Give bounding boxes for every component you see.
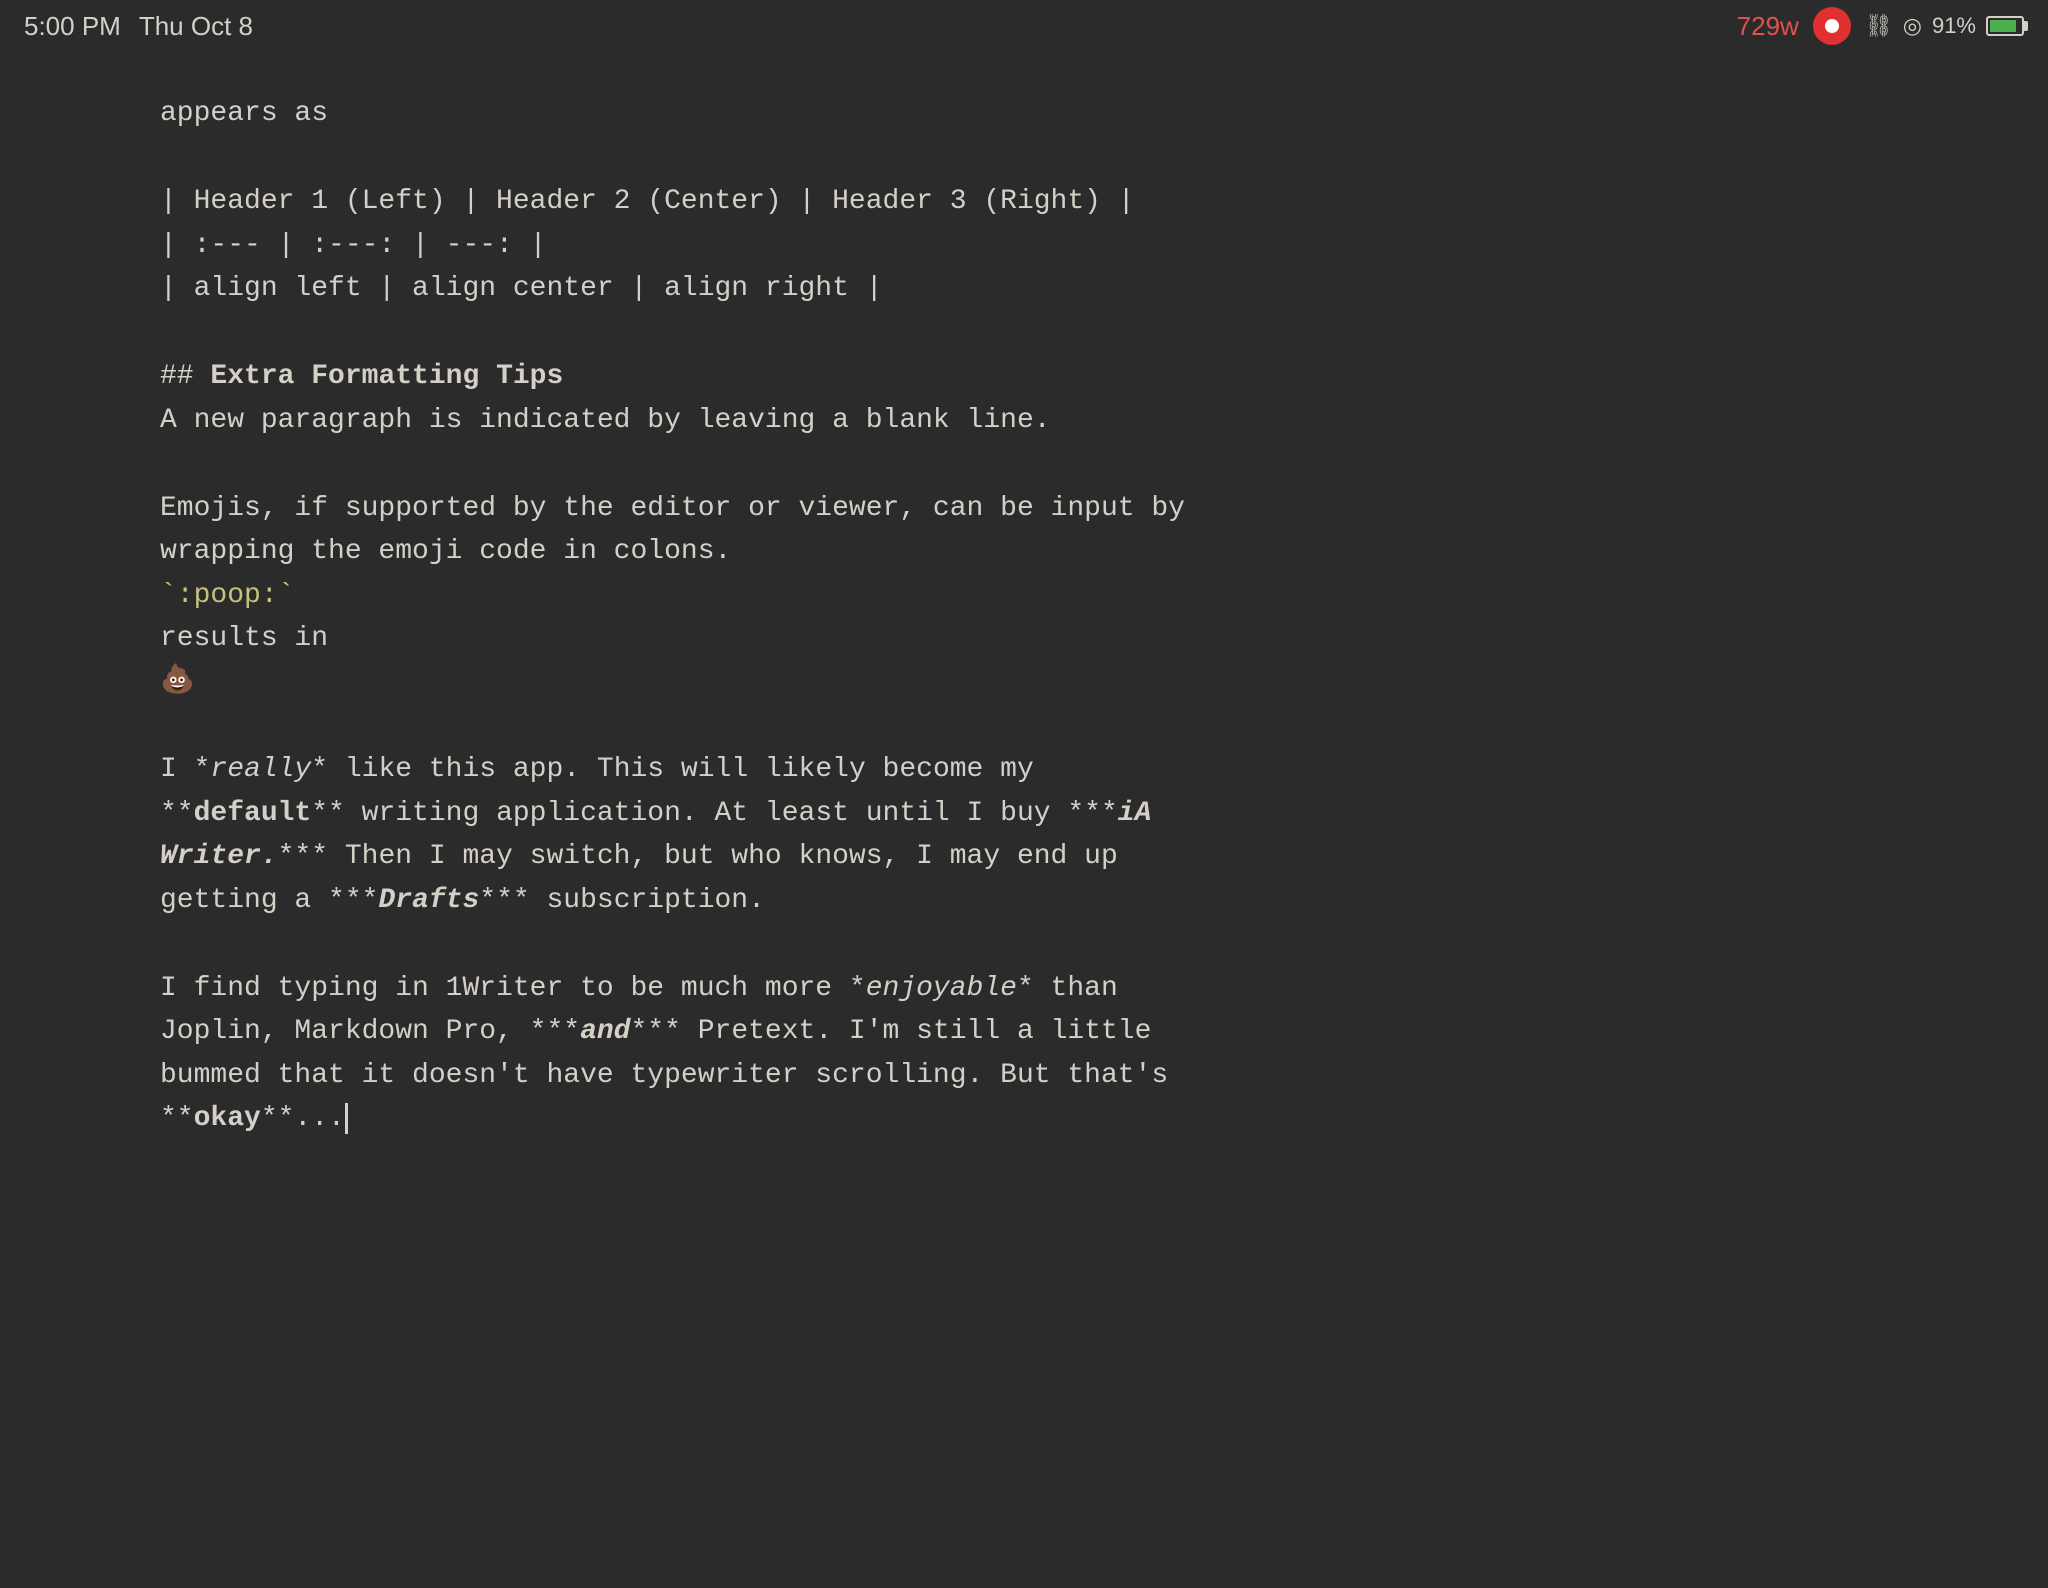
results-in-line: results in [160, 617, 1988, 660]
really-line-3: Writer.*** Then I may switch, but who kn… [160, 835, 1988, 878]
battery-percent: 91% [1932, 9, 1976, 43]
table-data-line: | align left | align center | align righ… [160, 267, 1988, 310]
poop-code-line: `:poop:` [160, 574, 1988, 617]
status-bar: 5:00 PM Thu Oct 8 729w ⛓ ◎ 91% [0, 0, 2048, 52]
editor-content[interactable]: appears as | Header 1 (Left) | Header 2 … [0, 52, 2048, 1536]
okay-bold: okay [194, 1103, 261, 1134]
record-icon [1825, 19, 1839, 33]
battery-icon [1986, 16, 2024, 36]
status-left: 5:00 PM Thu Oct 8 [24, 6, 253, 46]
find-line-1: I find typing in 1Writer to be much more… [160, 967, 1988, 1010]
really-line-2: **default** writing application. At leas… [160, 792, 1988, 835]
enjoyable-italic: enjoyable [866, 973, 1017, 1004]
heading-hashes: ## [160, 361, 210, 392]
link-icon: ⛓ [1865, 9, 1893, 43]
really-italic: really [210, 754, 311, 785]
really-line-1: I *really* like this app. This will like… [160, 748, 1988, 791]
writer-bold-italic: Writer. [160, 841, 278, 872]
status-date: Thu Oct 8 [139, 6, 253, 46]
gap-2 [160, 310, 1988, 355]
status-icons: ⛓ ◎ 91% [1865, 9, 2024, 43]
appears-as-line: appears as [160, 92, 1988, 135]
gap-1 [160, 135, 1988, 180]
table-align-line: | :--- | :---: | ---: | [160, 224, 1988, 267]
really-line-4: getting a ***Drafts*** subscription. [160, 879, 1988, 922]
emoji-poop-line: 💩 [160, 660, 1988, 703]
gap-5 [160, 922, 1988, 967]
poop-code: `:poop:` [160, 580, 294, 611]
table-header-line: | Header 1 (Left) | Header 2 (Center) | … [160, 180, 1988, 223]
word-count: 729w [1737, 6, 1799, 46]
and-bold-italic: and [580, 1016, 630, 1047]
gap-4 [160, 704, 1988, 749]
new-paragraph-line: A new paragraph is indicated by leaving … [160, 399, 1988, 442]
find-line-4: **okay**... [160, 1097, 1988, 1140]
status-time: 5:00 PM [24, 6, 121, 46]
location-icon: ◎ [1903, 9, 1922, 43]
status-right: 729w ⛓ ◎ 91% [1737, 6, 2024, 46]
find-line-2: Joplin, Markdown Pro, ***and*** Pretext.… [160, 1010, 1988, 1053]
ia-bold-italic: iA [1118, 798, 1152, 829]
poop-emoji: 💩 [160, 666, 195, 697]
gap-3 [160, 442, 1988, 487]
default-bold: default [194, 798, 312, 829]
text-cursor [345, 1103, 348, 1134]
emojis-line-1: Emojis, if supported by the editor or vi… [160, 487, 1988, 530]
emojis-line-2: wrapping the emoji code in colons. [160, 530, 1988, 573]
heading-text: Extra Formatting Tips [210, 361, 563, 392]
extra-formatting-heading: ## Extra Formatting Tips [160, 355, 1988, 398]
drafts-bold-italic: Drafts [378, 885, 479, 916]
find-line-3: bummed that it doesn't have typewriter s… [160, 1054, 1988, 1097]
record-button[interactable] [1813, 7, 1851, 45]
